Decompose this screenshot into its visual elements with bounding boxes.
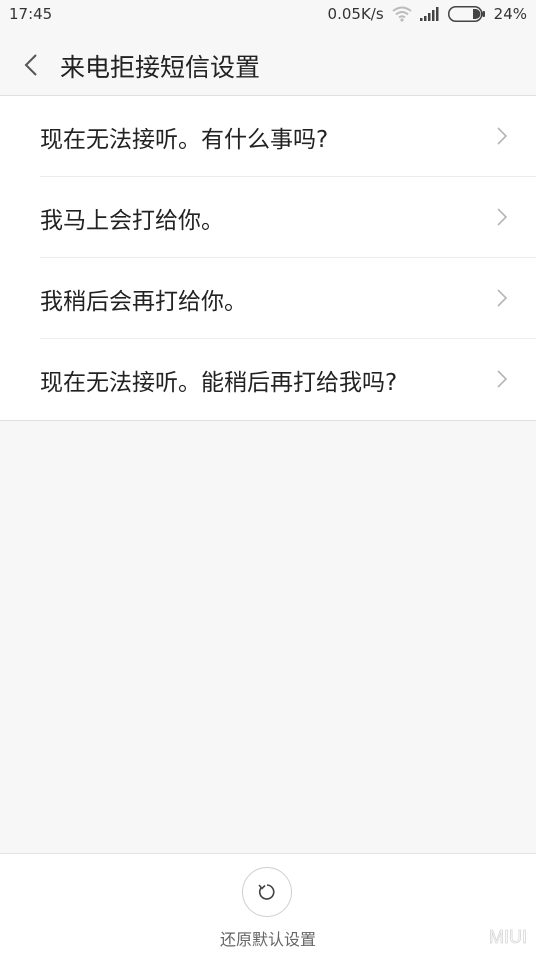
reset-defaults-label: 还原默认设置: [219, 930, 316, 949]
wifi-icon: [392, 6, 412, 22]
chevron-right-icon: [497, 370, 508, 388]
message-label: 我稍后会再打给你。: [40, 288, 247, 315]
chevron-right-icon: [497, 208, 508, 226]
message-item-2[interactable]: 我马上会打给你。: [0, 177, 536, 258]
message-label: 现在无法接听。能稍后再打给我吗?: [40, 369, 398, 396]
back-button[interactable]: [14, 48, 48, 82]
chevron-right-icon: [497, 289, 508, 307]
message-item-1[interactable]: 现在无法接听。有什么事吗?: [0, 96, 536, 177]
signal-icon: [419, 7, 440, 21]
chevron-right-icon: [497, 127, 508, 145]
network-speed: 0.05K/s: [327, 5, 384, 23]
svg-text:MIUI: MIUI: [489, 927, 527, 947]
page-title: 来电拒接短信设置: [60, 53, 261, 82]
bottom-bar: 还原默认设置 MIUI: [0, 853, 536, 953]
refresh-icon: [258, 884, 275, 900]
message-item-3[interactable]: 我稍后会再打给你。: [0, 258, 536, 339]
message-item-4[interactable]: 现在无法接听。能稍后再打给我吗?: [0, 339, 536, 420]
battery-icon: [447, 6, 486, 22]
message-label: 我马上会打给你。: [40, 207, 224, 234]
reset-defaults-button[interactable]: [242, 867, 292, 917]
chevron-left-icon: [24, 54, 37, 76]
miui-logo: MIUI: [489, 927, 528, 947]
battery-level: 24%: [493, 5, 527, 23]
status-time: 17:45: [9, 5, 53, 23]
message-list: 现在无法接听。有什么事吗? 我马上会打给你。 我稍后会再打给你。 现在无法接听。…: [0, 96, 536, 421]
app-header: 来电拒接短信设置: [0, 30, 536, 96]
message-label: 现在无法接听。有什么事吗?: [40, 126, 329, 153]
status-bar: 17:45 0.05K/s 24%: [0, 0, 536, 30]
status-right: 0.05K/s 24%: [328, 5, 527, 23]
